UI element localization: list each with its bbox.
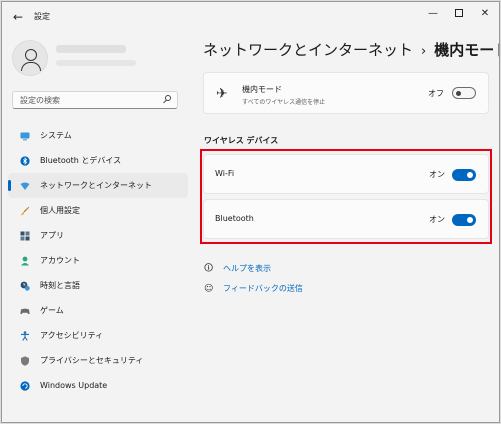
sidebar-item-time-language[interactable]: 時刻と言語	[8, 273, 188, 298]
help-link-label: ヘルプを表示	[223, 264, 271, 273]
sidebar-item-label: プライバシーとセキュリティ	[40, 356, 144, 365]
sidebar-item-privacy[interactable]: プライバシーとセキュリティ	[8, 348, 188, 373]
help-icon: 🛈	[204, 263, 214, 274]
sidebar-item-bluetooth[interactable]: Bluetooth とデバイス	[8, 148, 188, 173]
sidebar-item-accounts[interactable]: アカウント	[8, 248, 188, 273]
sidebar-item-label: システム	[40, 131, 72, 140]
sidebar-item-gaming[interactable]: ゲーム	[8, 298, 188, 323]
sidebar-item-label: ゲーム	[40, 306, 64, 315]
breadcrumb-separator: ›	[421, 44, 427, 59]
sidebar-item-accessibility[interactable]: アクセシビリティ	[8, 323, 188, 348]
sidebar-item-windows-update[interactable]: Windows Update	[8, 373, 188, 398]
title-bar: ← 設定 — ✕	[2, 2, 499, 32]
airplane-mode-title: 機内モード	[242, 85, 282, 94]
airplane-icon: ✈	[216, 86, 228, 102]
sidebar-item-label: アプリ	[40, 231, 64, 240]
breadcrumb: ネットワークとインターネット › 機内モード	[203, 39, 499, 60]
help-link[interactable]: 🛈 ヘルプを表示	[204, 263, 271, 274]
redacted-email	[56, 60, 136, 66]
avatar	[12, 40, 48, 76]
sidebar-item-personalization[interactable]: 個人用設定	[8, 198, 188, 223]
sidebar-item-label: ネットワークとインターネット	[40, 181, 152, 190]
sidebar-item-apps[interactable]: アプリ	[8, 223, 188, 248]
accessibility-icon	[21, 331, 29, 341]
apps-icon	[20, 231, 30, 241]
close-button[interactable]: ✕	[474, 6, 496, 22]
bluetooth-icon	[20, 156, 30, 166]
sidebar-item-label: 個人用設定	[40, 206, 80, 215]
network-icon	[20, 182, 30, 190]
minimize-button[interactable]: —	[422, 6, 444, 22]
sidebar-item-label: 時刻と言語	[40, 281, 80, 290]
sidebar-item-label: Windows Update	[40, 381, 108, 390]
sidebar-item-network[interactable]: ネットワークとインターネット	[8, 173, 188, 198]
airplane-mode-description: すべてのワイヤレス通信を停止	[242, 99, 326, 106]
feedback-link-label: フィードバックの送信	[223, 284, 303, 293]
user-profile[interactable]	[12, 40, 136, 76]
account-icon	[21, 256, 29, 266]
search-placeholder: 設定の検索	[20, 96, 60, 105]
sidebar-item-label: Bluetooth とデバイス	[40, 156, 122, 165]
feedback-icon: ☺	[204, 283, 214, 294]
active-indicator	[8, 180, 11, 191]
airplane-mode-state: オフ	[428, 89, 444, 98]
wireless-devices-heading: ワイヤレス デバイス	[204, 136, 279, 145]
search-icon	[163, 95, 172, 104]
highlight-box	[200, 149, 492, 244]
maximize-icon	[455, 9, 463, 17]
sidebar-item-system[interactable]: システム	[8, 123, 188, 148]
airplane-mode-toggle[interactable]	[452, 87, 476, 99]
breadcrumb-parent[interactable]: ネットワークとインターネット	[203, 41, 413, 59]
clock-icon	[20, 281, 30, 291]
update-icon	[20, 381, 30, 391]
monitor-icon	[20, 132, 30, 141]
back-button[interactable]: ←	[11, 10, 25, 24]
shield-icon	[21, 356, 29, 366]
search-input[interactable]: 設定の検索	[12, 91, 178, 109]
sidebar-item-label: アカウント	[40, 256, 80, 265]
app-title: 設定	[34, 12, 50, 21]
brush-icon	[20, 206, 30, 216]
sidebar-nav: システム Bluetooth とデバイス ネットワークとインターネット 個人用設…	[8, 123, 188, 398]
settings-window: ← 設定 — ✕ 設定の検索 システム Bluetooth とデバイス ネットワ…	[1, 1, 500, 423]
feedback-link[interactable]: ☺ フィードバックの送信	[204, 283, 303, 294]
game-icon	[20, 308, 30, 315]
airplane-mode-card: ✈ 機内モード すべてのワイヤレス通信を停止 オフ	[203, 72, 489, 114]
page-title: 機内モード	[434, 41, 499, 59]
maximize-button[interactable]	[448, 6, 470, 22]
sidebar-item-label: アクセシビリティ	[40, 331, 104, 340]
redacted-username	[56, 45, 126, 53]
